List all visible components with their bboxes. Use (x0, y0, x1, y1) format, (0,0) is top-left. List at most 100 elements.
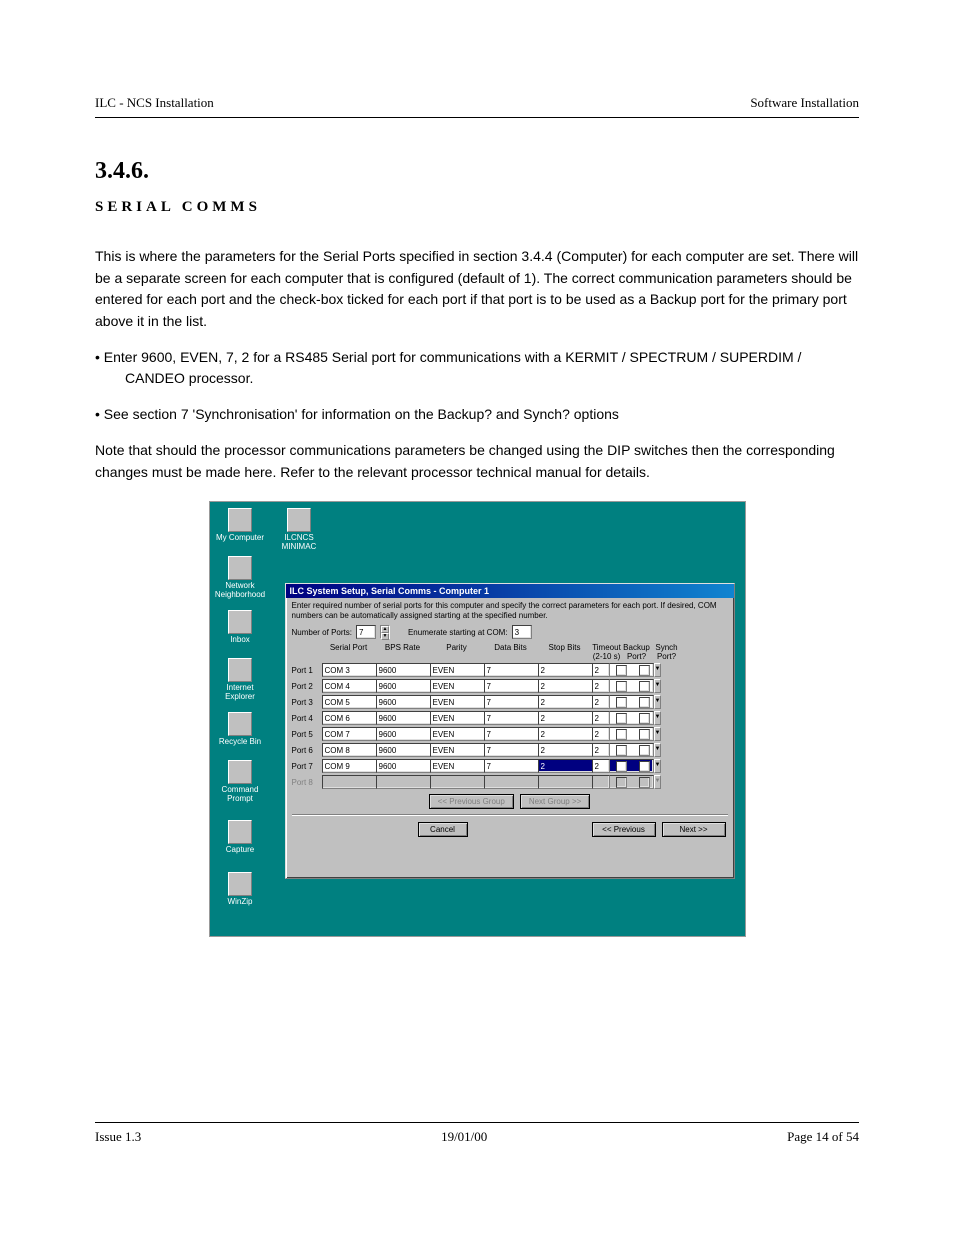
backup-checkbox[interactable] (616, 681, 627, 692)
app-icon (228, 556, 252, 580)
backup-checkbox[interactable] (616, 665, 627, 676)
port-label: Port 4 (292, 714, 322, 723)
data-dropdown[interactable]: ▼ (484, 727, 532, 741)
desktop-icon[interactable]: My Computer (213, 508, 268, 543)
col-data: Data Bits (484, 643, 538, 661)
bps-dropdown[interactable]: ▼ (376, 679, 424, 693)
stop-dropdown[interactable]: ▼ (538, 727, 586, 741)
header-left: ILC - NCS Installation (95, 95, 214, 111)
backup-checkbox[interactable] (616, 761, 627, 772)
backup-checkbox[interactable] (616, 697, 627, 708)
dropdown-arrow-icon[interactable]: ▼ (654, 695, 662, 709)
parity-dropdown[interactable]: ▼ (430, 743, 478, 757)
data-dropdown[interactable]: ▼ (484, 695, 532, 709)
desktop-icon[interactable]: WinZip (213, 872, 268, 907)
serial-dropdown[interactable]: ▼ (322, 663, 370, 677)
synch-checkbox[interactable] (639, 745, 650, 756)
parity-dropdown[interactable]: ▼ (430, 695, 478, 709)
paragraph: Note that should the processor communica… (95, 440, 859, 483)
next-button[interactable]: Next >> (662, 822, 726, 837)
backup-checkbox[interactable] (616, 729, 627, 740)
serial-dropdown[interactable]: ▼ (322, 727, 370, 741)
data-dropdown[interactable]: ▼ (484, 711, 532, 725)
dropdown-arrow-icon[interactable]: ▼ (654, 727, 662, 741)
bps-dropdown[interactable]: ▼ (376, 727, 424, 741)
serial-dropdown[interactable]: ▼ (322, 759, 370, 773)
numports-spinner[interactable]: ▲▼ (380, 625, 390, 639)
dropdown-arrow-icon[interactable]: ▼ (654, 759, 662, 773)
dropdown-arrow-icon[interactable]: ▼ (654, 679, 662, 693)
serial-dropdown[interactable]: ▼ (322, 695, 370, 709)
timeout-input[interactable] (592, 759, 610, 773)
stop-dropdown[interactable]: ▼ (538, 695, 586, 709)
bps-dropdown[interactable]: ▼ (376, 711, 424, 725)
synch-checkbox[interactable] (639, 761, 650, 772)
serial-dropdown[interactable]: ▼ (322, 679, 370, 693)
backup-checkbox (616, 777, 627, 788)
stop-dropdown: ▼ (538, 775, 586, 789)
app-icon (228, 610, 252, 634)
timeout-input[interactable] (592, 663, 610, 677)
serial-dropdown: ▼ (322, 775, 370, 789)
desktop-icon[interactable]: Network Neighborhood (213, 556, 268, 600)
data-dropdown[interactable]: ▼ (484, 743, 532, 757)
desktop-icon[interactable]: ILCNCS MINIMAC (272, 508, 327, 552)
synch-checkbox[interactable] (639, 697, 650, 708)
title-bar[interactable]: ILC System Setup, Serial Comms - Compute… (286, 584, 734, 598)
synch-checkbox[interactable] (639, 729, 650, 740)
backup-checkbox[interactable] (616, 745, 627, 756)
desktop-icon[interactable]: Capture (213, 820, 268, 855)
synch-checkbox[interactable] (639, 681, 650, 692)
numports-input[interactable] (356, 625, 376, 639)
footer-right: Page 14 of 54 (787, 1129, 859, 1145)
parity-dropdown[interactable]: ▼ (430, 727, 478, 741)
dropdown-arrow-icon[interactable]: ▼ (654, 743, 662, 757)
app-icon (228, 760, 252, 784)
timeout-input[interactable] (592, 743, 610, 757)
stop-dropdown[interactable]: ▼ (538, 679, 586, 693)
bps-dropdown[interactable]: ▼ (376, 695, 424, 709)
bps-dropdown[interactable]: ▼ (376, 663, 424, 677)
port-label: Port 1 (292, 666, 322, 675)
serial-dropdown[interactable]: ▼ (322, 743, 370, 757)
app-icon (228, 658, 252, 682)
desktop-icon[interactable]: Recycle Bin (213, 712, 268, 747)
synch-checkbox[interactable] (639, 713, 650, 724)
timeout-input[interactable] (592, 695, 610, 709)
col-parity: Parity (430, 643, 484, 661)
timeout-input[interactable] (592, 679, 610, 693)
parity-dropdown[interactable]: ▼ (430, 759, 478, 773)
port-row: Port 2▼▼▼▼▼ (292, 679, 728, 693)
bps-dropdown[interactable]: ▼ (376, 743, 424, 757)
data-dropdown[interactable]: ▼ (484, 759, 532, 773)
desktop-icon[interactable]: Internet Explorer (213, 658, 268, 702)
cancel-button[interactable]: Cancel (418, 822, 468, 837)
serial-dropdown[interactable]: ▼ (322, 711, 370, 725)
port-row: Port 7▼▼▼▼▼ (292, 759, 728, 773)
desktop-icon[interactable]: Command Prompt (213, 760, 268, 804)
data-dropdown[interactable]: ▼ (484, 663, 532, 677)
stop-dropdown[interactable]: ▼ (538, 743, 586, 757)
bps-dropdown[interactable]: ▼ (376, 759, 424, 773)
col-synch: Synch Port? (652, 643, 682, 661)
synch-checkbox[interactable] (639, 665, 650, 676)
timeout-input[interactable] (592, 727, 610, 741)
dropdown-arrow-icon[interactable]: ▼ (654, 711, 662, 725)
timeout-input[interactable] (592, 711, 610, 725)
stop-dropdown[interactable]: ▼ (538, 711, 586, 725)
parity-dropdown[interactable]: ▼ (430, 663, 478, 677)
data-dropdown[interactable]: ▼ (484, 679, 532, 693)
dropdown-arrow-icon[interactable]: ▼ (654, 663, 662, 677)
stop-dropdown[interactable]: ▼ (538, 663, 586, 677)
previous-button[interactable]: << Previous (592, 822, 656, 837)
backup-checkbox[interactable] (616, 713, 627, 724)
paragraph: This is where the parameters for the Ser… (95, 246, 859, 333)
enum-input[interactable] (512, 625, 532, 639)
col-serial: Serial Port (322, 643, 376, 661)
desktop-icon[interactable]: Inbox (213, 610, 268, 645)
port-label: Port 7 (292, 762, 322, 771)
stop-dropdown[interactable]: ▼ (538, 759, 586, 773)
port-row: Port 6▼▼▼▼▼ (292, 743, 728, 757)
parity-dropdown[interactable]: ▼ (430, 711, 478, 725)
parity-dropdown[interactable]: ▼ (430, 679, 478, 693)
